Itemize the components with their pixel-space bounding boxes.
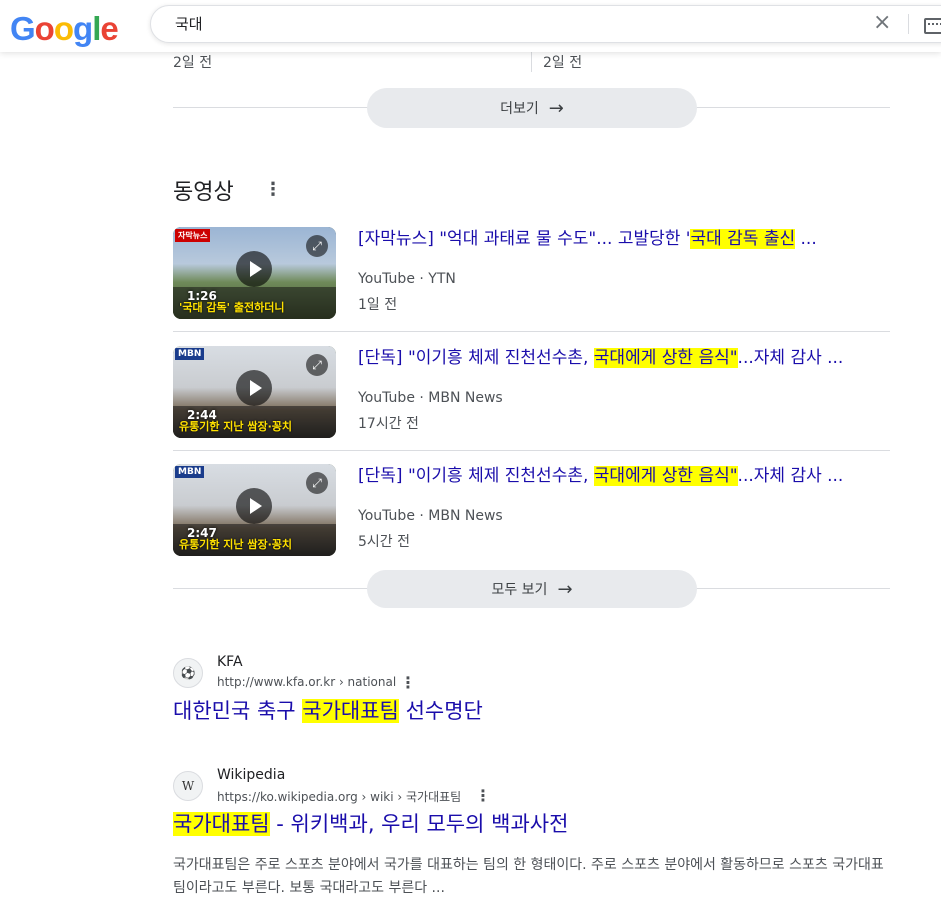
- news-date: 2일 전: [543, 55, 583, 71]
- video-duration: 2:47: [187, 526, 217, 540]
- site-name[interactable]: Wikipedia: [217, 767, 285, 783]
- header: Google ×: [0, 0, 941, 52]
- play-icon[interactable]: [236, 488, 272, 524]
- result-title[interactable]: 국가대표팀 - 위키백과, 우리 모두의 백과사전: [173, 808, 568, 838]
- site-url[interactable]: http://www.kfa.or.kr › national: [217, 675, 396, 689]
- video-item[interactable]: MBN 유통기한 지난 쌈장·꽁치 ⤢ 2:44 [단독] "이기흥 체제 진천…: [173, 346, 890, 464]
- clear-icon[interactable]: ×: [873, 11, 891, 35]
- expand-icon[interactable]: ⤢: [306, 354, 328, 376]
- video-duration: 1:26: [187, 289, 217, 303]
- video-thumbnail[interactable]: MBN 유통기한 지난 쌈장·꽁치 ⤢ 2:47: [173, 464, 336, 556]
- site-name[interactable]: KFA: [217, 654, 243, 670]
- arrow-right-icon: →: [557, 578, 573, 600]
- video-title[interactable]: [단독] "이기흥 체제 진천선수촌, 국대에게 상한 음식"...자체 감사 …: [358, 464, 888, 488]
- thumbnail-tag: MBN: [175, 348, 205, 360]
- news-date: 2일 전: [173, 55, 213, 71]
- divider: [531, 52, 532, 72]
- video-date: 5시간 전: [358, 534, 410, 550]
- thumbnail-tag: 자막뉴스: [175, 229, 211, 242]
- search-result: ⚽ KFA http://www.kfa.or.kr › national ⋮ …: [173, 654, 890, 728]
- search-result: W Wikipedia https://ko.wikipedia.org › w…: [173, 767, 890, 896]
- divider: [908, 14, 909, 34]
- video-date: 1일 전: [358, 297, 398, 313]
- video-title[interactable]: [자막뉴스] "억대 과태료 물 수도"... 고발당한 '국대 감독 출신 .…: [358, 227, 888, 251]
- video-title[interactable]: [단독] "이기흥 체제 진천선수촌, 국대에게 상한 음식"...자체 감사 …: [358, 346, 888, 370]
- more-button[interactable]: 더보기 →: [367, 88, 697, 128]
- video-thumbnail[interactable]: 자막뉴스 '국대 감독' 출전하더니 ⤢ 1:26: [173, 227, 336, 319]
- keyboard-icon[interactable]: [924, 18, 941, 34]
- play-icon[interactable]: [236, 370, 272, 406]
- site-favicon-icon: ⚽: [173, 658, 203, 688]
- divider: [173, 331, 890, 332]
- see-all-videos-button[interactable]: 모두 보기 →: [367, 570, 697, 608]
- search-input[interactable]: [175, 14, 825, 32]
- video-duration: 2:44: [187, 408, 217, 422]
- video-item[interactable]: MBN 유통기한 지난 쌈장·꽁치 ⤢ 2:47 [단독] "이기흥 체제 진천…: [173, 464, 890, 582]
- video-thumbnail[interactable]: MBN 유통기한 지난 쌈장·꽁치 ⤢ 2:44: [173, 346, 336, 438]
- google-logo[interactable]: Google: [10, 9, 119, 49]
- more-button-label: 더보기: [500, 101, 539, 117]
- more-options-icon[interactable]: ⋮: [264, 181, 282, 199]
- video-source: YouTube · YTN: [358, 271, 456, 287]
- video-source: YouTube · MBN News: [358, 390, 503, 406]
- more-options-icon[interactable]: ⋮: [475, 786, 491, 805]
- search-box[interactable]: ×: [150, 5, 941, 43]
- wikipedia-favicon-icon: W: [173, 771, 203, 801]
- more-options-icon[interactable]: ⋮: [400, 673, 416, 692]
- result-snippet: 국가대표팀은 주로 스포츠 분야에서 국가를 대표하는 팀의 한 형태이다. 주…: [173, 857, 884, 896]
- see-all-label: 모두 보기: [491, 582, 548, 598]
- video-source: YouTube · MBN News: [358, 508, 503, 524]
- thumbnail-tag: MBN: [175, 466, 205, 478]
- result-title[interactable]: 대한민국 축구 국가대표팀 선수명단: [173, 695, 483, 725]
- video-date: 17시간 전: [358, 416, 419, 432]
- divider: [173, 450, 890, 451]
- site-url[interactable]: https://ko.wikipedia.org › wiki › 국가대표팀: [217, 788, 461, 805]
- arrow-right-icon: →: [548, 97, 564, 119]
- video-item[interactable]: 자막뉴스 '국대 감독' 출전하더니 ⤢ 1:26 [자막뉴스] "억대 과태료…: [173, 227, 890, 345]
- expand-icon[interactable]: ⤢: [306, 472, 328, 494]
- play-icon[interactable]: [236, 251, 272, 287]
- expand-icon[interactable]: ⤢: [306, 235, 328, 257]
- videos-section-title: 동영상: [173, 180, 234, 205]
